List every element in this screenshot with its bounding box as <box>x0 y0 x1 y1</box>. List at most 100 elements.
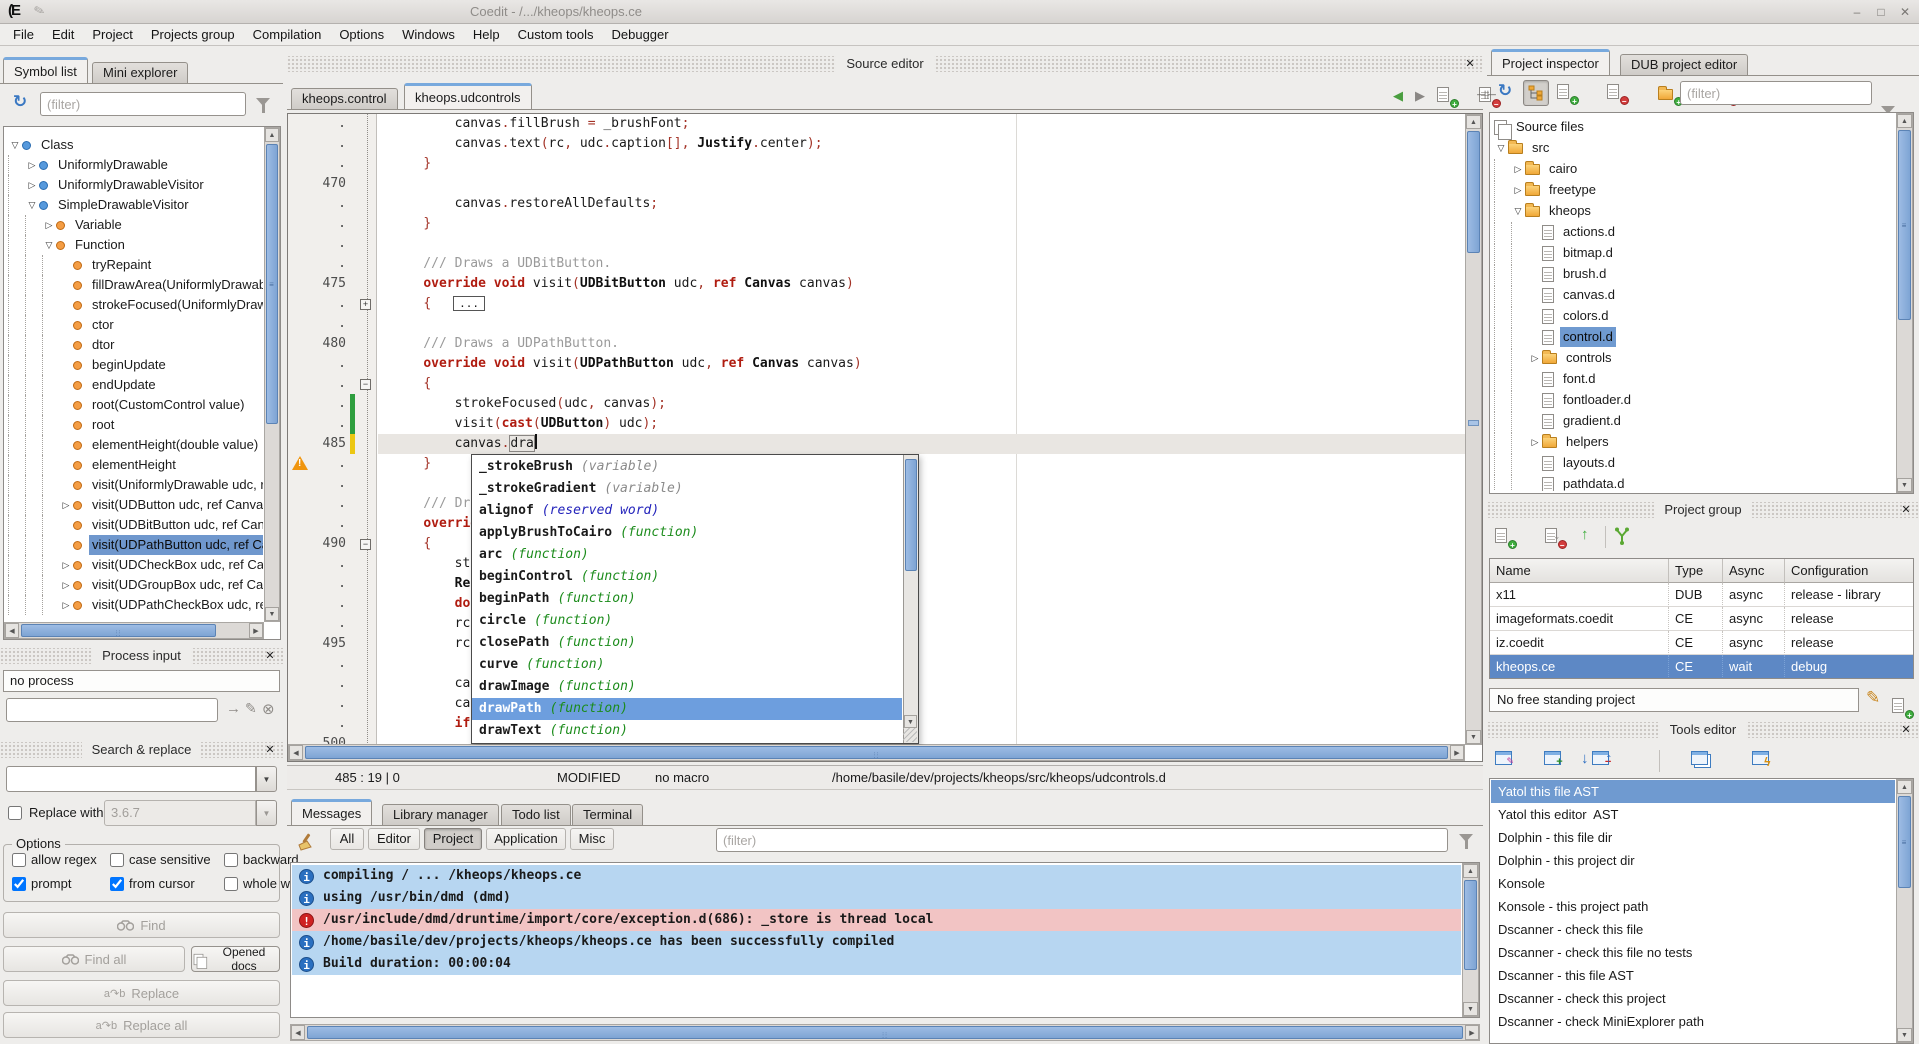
new-free-project-icon[interactable]: + <box>1892 698 1910 716</box>
symbol-tree-item[interactable]: visit(UDPathButton udc, ref Canvas <box>8 535 263 555</box>
new-document-icon[interactable]: + <box>1437 87 1455 105</box>
expand-icon[interactable]: ▷ <box>1511 180 1525 200</box>
completion-item[interactable]: alignof(reserved word) <box>472 500 902 522</box>
menu-item-debugger[interactable]: Debugger <box>603 25 678 44</box>
tab-library-manager[interactable]: Library manager <box>382 804 499 825</box>
scroll-down-icon[interactable]: ▼ <box>904 715 917 728</box>
replace-value-combo[interactable]: 3.6.7 <box>104 800 256 826</box>
code-line[interactable]: . strokeFocused(udc, canvas); <box>288 394 1465 414</box>
files-tree-item[interactable]: ▷cairo <box>1494 159 1580 179</box>
table-header-type[interactable]: Type <box>1669 559 1723 583</box>
files-tree-item[interactable]: control.d <box>1494 327 1616 347</box>
tools-list-item[interactable]: Dscanner - check this project <box>1491 987 1895 1010</box>
symbol-tree-item[interactable]: ▽SimpleDrawableVisitor <box>8 195 192 215</box>
symbol-tree-item[interactable]: elementHeight(double value) <box>8 435 261 455</box>
scroll-down-icon[interactable]: ▼ <box>1463 1002 1478 1016</box>
scroll-right-icon[interactable]: ▶ <box>1450 745 1464 760</box>
symbol-tree-vscrollbar[interactable]: ▲ ≡ ▼ <box>264 127 280 622</box>
tab-kheops-control[interactable]: kheops.control <box>291 88 398 109</box>
completion-item[interactable]: beginPath(function) <box>472 588 902 610</box>
files-tree-item[interactable]: bitmap.d <box>1494 243 1616 263</box>
expand-icon[interactable]: ▷ <box>59 575 73 595</box>
tab-terminal[interactable]: Terminal <box>572 804 643 825</box>
symbol-tree-item[interactable]: ▷visit(UDGroupBox udc, ref Canv <box>8 575 263 595</box>
symbol-tree-item[interactable]: visit(UniformlyDrawable udc, ref C <box>8 475 263 495</box>
code-line[interactable]: . <box>288 234 1465 254</box>
scrollbar-thumb[interactable]: ⫶⫶ <box>305 746 1448 759</box>
search-dropdown-icon[interactable]: ▼ <box>256 766 277 792</box>
tools-list-item[interactable]: Dscanner - this file AST <box>1491 964 1895 987</box>
files-tree-item[interactable]: layouts.d <box>1494 453 1618 473</box>
expand-icon[interactable]: ▷ <box>59 555 73 575</box>
files-tree-item[interactable]: brush.d <box>1494 264 1609 284</box>
tab-todo-list[interactable]: Todo list <box>501 804 571 825</box>
scrollbar-thumb[interactable]: ⫶⫶ <box>21 624 216 637</box>
scrollbar-thumb[interactable]: ≡ <box>1898 796 1911 888</box>
find-button[interactable]: Find <box>3 912 280 938</box>
tab-symbol-list[interactable]: Symbol list <box>3 57 88 83</box>
tool-run-icon[interactable]: ϟ <box>1752 751 1769 765</box>
process-send-icon[interactable]: → <box>226 700 241 717</box>
code-line[interactable]: . visit(cast(UDButton) udc); <box>288 414 1465 434</box>
code-line[interactable]: . <box>288 314 1465 334</box>
tools-list-item[interactable]: Konsole <box>1491 872 1895 895</box>
scroll-up-icon[interactable]: ▲ <box>265 128 279 142</box>
expand-icon[interactable]: ▷ <box>1528 432 1542 452</box>
code-line[interactable]: . } <box>288 154 1465 174</box>
process-input-close-icon[interactable]: ✕ <box>263 648 277 664</box>
code-line[interactable]: 475 override void visit(UDBitButton udc,… <box>288 274 1465 294</box>
code-line[interactable]: . canvas.text(rc, udc.caption[], Justify… <box>288 134 1465 154</box>
filter-application-button[interactable]: Application <box>486 828 566 850</box>
tab-project-inspector[interactable]: Project inspector <box>1491 49 1610 75</box>
process-pencil-icon[interactable]: ✎ <box>245 700 257 717</box>
completion-item[interactable]: arc(function) <box>472 544 902 566</box>
project-group-row[interactable]: imageformats.coeditCEasyncrelease <box>1490 607 1914 631</box>
editor-back-icon[interactable]: ◀ <box>1393 88 1403 104</box>
search-input[interactable] <box>6 766 256 792</box>
scroll-up-icon[interactable]: ▲ <box>1466 115 1481 129</box>
editor-forward-icon[interactable]: ▶ <box>1415 88 1425 104</box>
code-line[interactable]: .− { <box>288 374 1465 394</box>
tab-dub-project-editor[interactable]: DUB project editor <box>1620 54 1748 75</box>
editor-vscrollbar[interactable]: ▲ ▼ <box>1465 114 1482 745</box>
messages-filter-clear-icon[interactable] <box>1459 834 1473 842</box>
move-up-icon[interactable]: ↑ <box>1581 526 1589 543</box>
collapse-icon[interactable]: ▽ <box>42 235 56 255</box>
scrollbar-thumb[interactable] <box>1467 131 1480 253</box>
checkbox-allow-regex[interactable] <box>12 853 26 867</box>
fold-collapse-icon[interactable]: − <box>360 539 371 550</box>
menu-item-project[interactable]: Project <box>83 25 141 44</box>
tools-list-item[interactable]: Dolphin - this file dir <box>1491 826 1895 849</box>
project-group-row[interactable]: x11DUBasyncrelease - library <box>1490 583 1914 607</box>
scrollbar-thumb[interactable]: ≡ <box>1898 130 1911 320</box>
files-tree-item[interactable]: font.d <box>1494 369 1599 389</box>
table-header-configuration[interactable]: Configuration <box>1785 559 1914 583</box>
message-row[interactable]: !/usr/include/dmd/druntime/import/core/e… <box>292 909 1461 931</box>
expand-icon[interactable]: ▷ <box>42 215 56 235</box>
code-line[interactable]: 470 <box>288 174 1465 194</box>
scroll-left-icon[interactable]: ◀ <box>289 745 303 760</box>
tab-messages[interactable]: Messages <box>291 799 372 825</box>
code-editor[interactable]: . canvas.fillBrush = _brushFont;. canvas… <box>287 113 1483 762</box>
replace-with-checkbox[interactable] <box>8 806 22 820</box>
checkbox-from-cursor[interactable] <box>110 877 124 891</box>
symbols-filter-input[interactable] <box>40 92 246 116</box>
tools-list-item[interactable]: Konsole - this project path <box>1491 895 1895 918</box>
files-tree-item[interactable]: pathdata.d <box>1494 474 1627 491</box>
completion-item[interactable]: closePath(function) <box>472 632 902 654</box>
collapse-icon[interactable]: ▽ <box>1511 201 1525 221</box>
files-tree-item[interactable]: ▷freetype <box>1494 180 1599 200</box>
tree-structure-icon[interactable] <box>1523 80 1549 106</box>
symbol-tree-item[interactable]: ▷UniformlyDrawable <box>8 155 171 175</box>
add-folder-icon[interactable]: + <box>1658 88 1679 103</box>
menu-item-windows[interactable]: Windows <box>393 25 464 44</box>
move-down-icon[interactable]: ↓ <box>1553 526 1561 543</box>
tools-vscrollbar[interactable]: ▲ ≡ ▼ <box>1896 779 1913 1043</box>
symbol-tree-item[interactable]: dtor <box>8 335 117 355</box>
completion-item[interactable]: drawPath(function) <box>472 698 902 720</box>
scroll-down-icon[interactable]: ▼ <box>265 607 279 621</box>
completion-item[interactable]: applyBrushToCairo(function) <box>472 522 902 544</box>
symbol-tree-item[interactable]: beginUpdate <box>8 355 169 375</box>
fold-expand-icon[interactable]: + <box>360 299 371 310</box>
scrollbar-thumb[interactable] <box>905 459 917 571</box>
